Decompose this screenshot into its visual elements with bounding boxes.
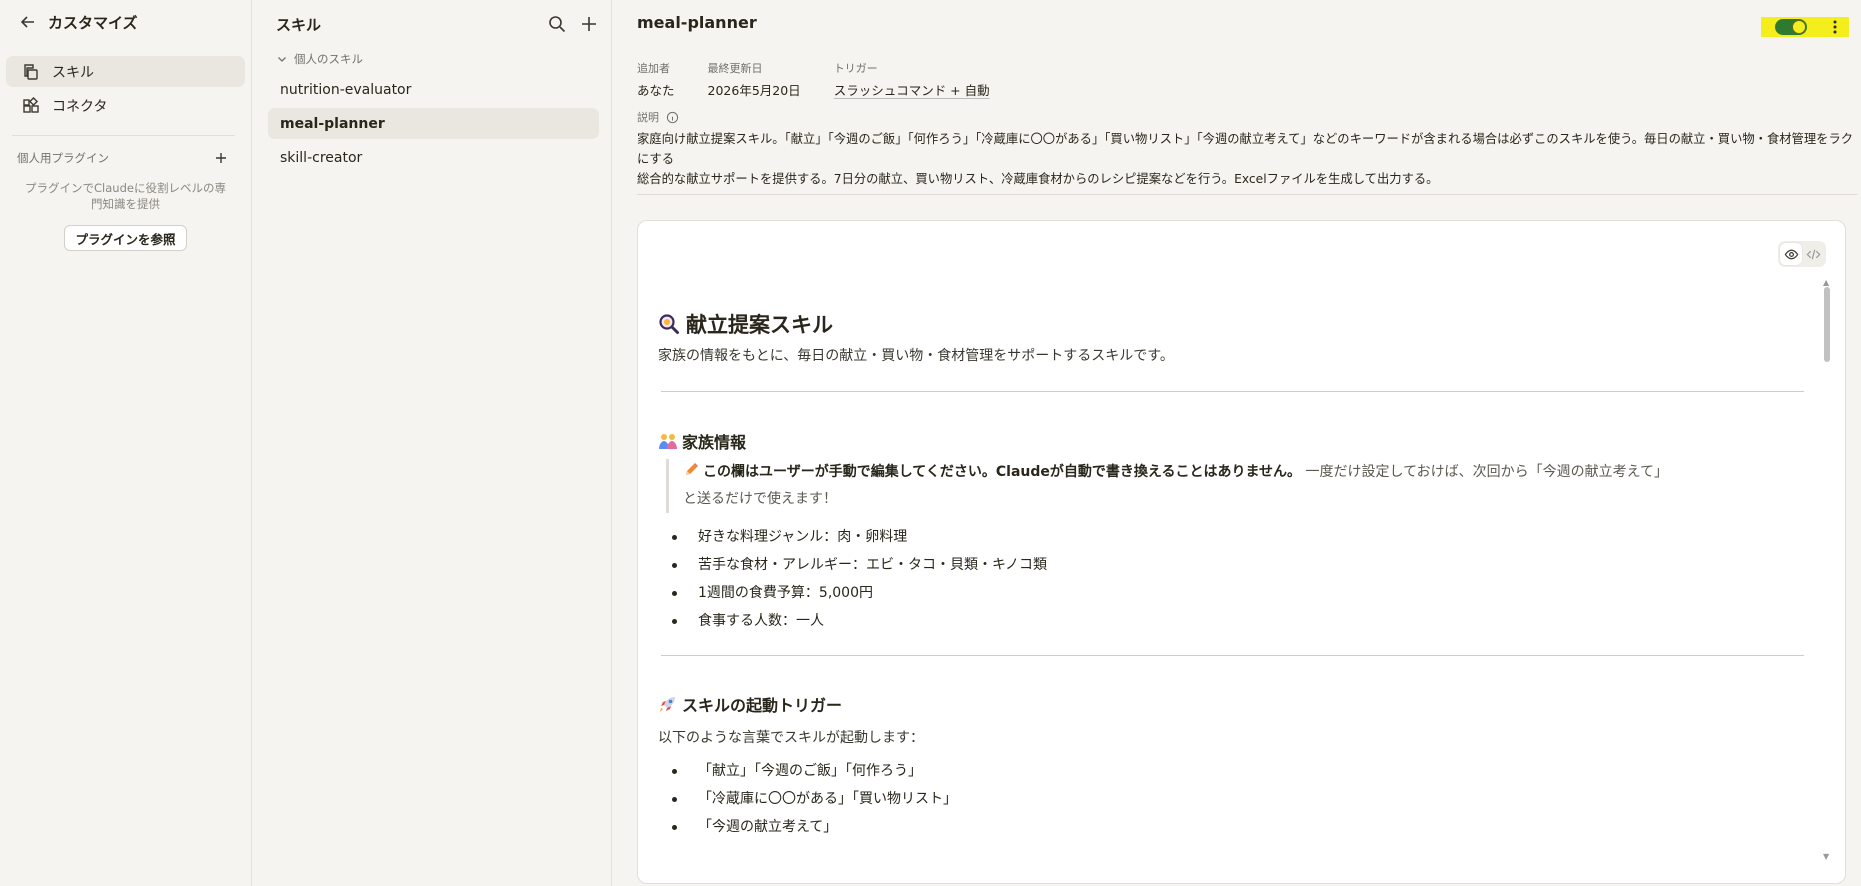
list-item: 「冷蔵庫に〇〇がある」「買い物リスト」: [658, 785, 1813, 813]
description-line: 総合的な献立サポートを提供する。7日分の献立、買い物リスト、冷蔵庫食材からのレシ…: [637, 172, 1439, 186]
document-title-text: 献立提案スキル: [686, 313, 833, 337]
plugins-title: 個人用プラグイン: [17, 151, 109, 165]
skill-item-nutrition-evaluator[interactable]: nutrition-evaluator: [268, 74, 599, 105]
view-mode-toggle: [1778, 241, 1826, 267]
code-icon: [1806, 249, 1820, 259]
nav-item-label: スキル: [52, 64, 94, 81]
meta-updated: 最終更新日 2026年5月20日: [708, 60, 801, 99]
trigger-section-heading: スキルの起動トリガー: [658, 691, 1813, 717]
nav-item-label: コネクタ: [52, 98, 108, 115]
quote-line: この欄はユーザーが手動で編集してください。Claudeが自動で書き換えることはあ…: [683, 459, 1806, 486]
skills-icon: [24, 63, 38, 80]
scrollbar-thumb[interactable]: [1824, 287, 1830, 362]
trigger-list: 「献立」「今週のご飯」「何作ろう」 「冷蔵庫に〇〇がある」「買い物リスト」 「今…: [658, 757, 1813, 841]
sidebar-nav: スキル コネクタ: [0, 44, 251, 121]
meta-value: 2026年5月20日: [707, 83, 801, 98]
plugins-header: 個人用プラグイン: [0, 148, 251, 168]
more-options-icon[interactable]: [1827, 19, 1843, 35]
meta-value: あなた: [637, 83, 675, 98]
family-section-heading: 家族情報: [658, 428, 1813, 454]
meta-trigger: トリガー スラッシュコマンド + 自動: [834, 60, 990, 99]
description-line: 家庭向け献立提案スキル。「献立」「今週のご飯」「何作ろう」「冷蔵庫に〇〇がある」…: [637, 132, 1854, 166]
family-section-title: 家族情報: [682, 433, 747, 452]
customize-sidebar: カスタマイズ スキル コネクタ 個人用プラグイン プラグインでClaudeに役割…: [0, 0, 252, 886]
family-emoji-icon: [658, 431, 678, 451]
sidebar-header: カスタマイズ: [0, 0, 251, 44]
skill-title: meal-planner: [637, 13, 757, 32]
meta-added-by: 追加者 あなた: [637, 60, 675, 99]
trigger-section-title: スキルの起動トリガー: [682, 696, 843, 715]
pencil-emoji-icon: [683, 462, 699, 478]
quote-line: と送るだけで使えます！: [683, 491, 837, 507]
scroll-up-arrow-icon[interactable]: ▲: [1823, 279, 1829, 287]
document-scrollbar[interactable]: ▲ ▼: [1823, 279, 1831, 861]
personal-skills-group-toggle[interactable]: 個人のスキル: [253, 48, 611, 70]
divider: [637, 194, 1857, 195]
skill-meta: 追加者 あなた 最終更新日 2026年5月20日 トリガー スラッシュコマンド …: [637, 60, 1023, 99]
meta-label: 追加者: [637, 62, 670, 75]
family-note-blockquote: この欄はユーザーが手動で編集してください。Claudeが自動で書き換えることはあ…: [666, 459, 1806, 513]
skill-actions: [1761, 17, 1849, 37]
sidebar-title: カスタマイズ: [48, 13, 138, 32]
list-item: 1週間の食費予算：5,000円: [658, 579, 1813, 607]
description-label-text: 説明: [637, 111, 659, 124]
group-label: 個人のスキル: [294, 52, 363, 66]
quote-bold-text: この欄はユーザーが手動で編集してください。Claudeが自動で書き換えることはあ…: [703, 464, 1302, 480]
skill-list: nutrition-evaluator meal-planner skill-c…: [253, 70, 611, 173]
eye-icon: [1784, 249, 1798, 259]
add-plugin-icon[interactable]: [213, 150, 229, 166]
list-item: 好きな料理ジャンル：肉・卵料理: [658, 523, 1813, 551]
plugins-description: プラグインでClaudeに役割レベルの専門知識を提供: [25, 181, 226, 211]
horizontal-rule: [661, 391, 1804, 392]
skill-document: 献立提案スキル 家族の情報をもとに、毎日の献立・買い物・食材管理をサポートするス…: [658, 309, 1813, 841]
browse-plugins-button[interactable]: プラグインを参照: [64, 225, 187, 251]
family-info-list: 好きな料理ジャンル：肉・卵料理 苦手な食材・アレルギー：エビ・タコ・貝類・キノコ…: [658, 523, 1813, 635]
chevron-down-icon: [278, 57, 286, 62]
skill-document-card: ▲ ▼ 献立提案スキル 家族の情報をもとに、毎日の献立・買い物・食材管理をサポー…: [637, 220, 1846, 884]
divider: [12, 135, 235, 136]
magnifier-emoji-icon: [658, 313, 680, 335]
list-item: 苦手な食材・アレルギー：エビ・タコ・貝類・キノコ類: [658, 551, 1813, 579]
add-icon[interactable]: [579, 14, 599, 34]
connector-icon: [23, 96, 39, 113]
info-icon[interactable]: [666, 111, 679, 124]
document-lead: 家族の情報をもとに、毎日の献立・買い物・食材管理をサポートするスキルです。: [658, 348, 1174, 364]
description-label: 説明: [637, 109, 679, 125]
preview-mode-button[interactable]: [1780, 243, 1802, 265]
list-item: 食事する人数：一人: [658, 607, 1813, 635]
source-mode-button[interactable]: [1802, 243, 1824, 265]
back-arrow-icon[interactable]: [18, 12, 38, 32]
skill-item-skill-creator[interactable]: skill-creator: [268, 142, 599, 173]
search-icon[interactable]: [547, 14, 567, 34]
trigger-value[interactable]: スラッシュコマンド + 自動: [834, 80, 990, 99]
quote-text: 一度だけ設定しておけば、次回から「今週の献立考えて」: [1301, 464, 1668, 480]
meta-label: トリガー: [833, 62, 878, 75]
skills-panel: スキル 個人のスキル nutrition-evaluator meal-plan…: [253, 0, 612, 886]
skills-panel-header: スキル: [253, 0, 611, 48]
skill-item-meal-planner[interactable]: meal-planner: [268, 108, 599, 139]
nav-item-connectors[interactable]: コネクタ: [6, 90, 245, 121]
horizontal-rule: [661, 655, 1804, 656]
meta-label: 最終更新日: [707, 62, 763, 75]
rocket-emoji-icon: [658, 694, 678, 714]
skills-panel-title: スキル: [276, 15, 322, 34]
nav-item-skills[interactable]: スキル: [6, 56, 245, 87]
skill-enabled-toggle[interactable]: [1775, 19, 1807, 35]
description-text: 家庭向け献立提案スキル。「献立」「今週のご飯」「何作ろう」「冷蔵庫に〇〇がある」…: [637, 129, 1857, 189]
trigger-intro: 以下のような言葉でスキルが起動します：: [658, 730, 924, 746]
skill-detail: meal-planner 追加者 あなた 最終更新日 2026年5月20日 トリ…: [613, 0, 1861, 886]
scroll-down-arrow-icon[interactable]: ▼: [1823, 853, 1829, 861]
list-item: 「献立」「今週のご飯」「何作ろう」: [658, 757, 1813, 785]
list-item: 「今週の献立考えて」: [658, 813, 1813, 841]
document-title: 献立提案スキル: [658, 309, 1813, 339]
